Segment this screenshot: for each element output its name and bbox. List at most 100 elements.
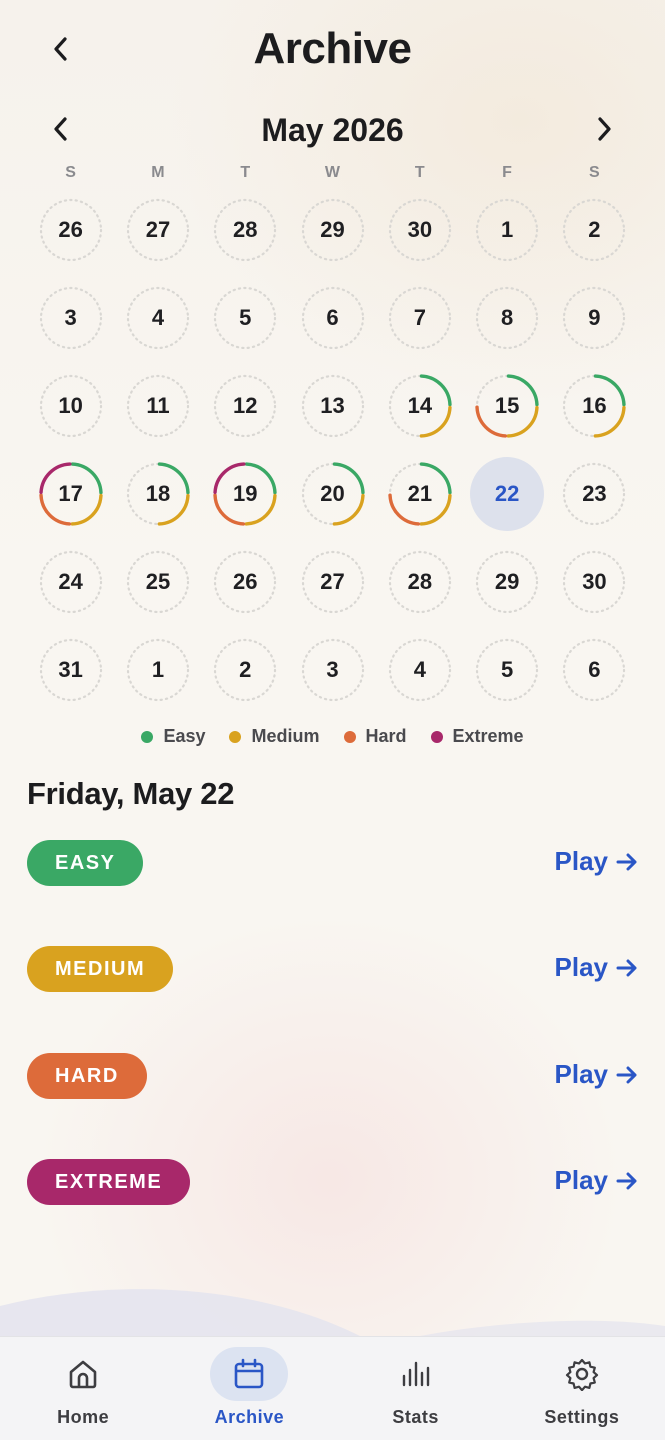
- tab-label: Stats: [392, 1407, 439, 1427]
- calendar-day[interactable]: 24: [27, 538, 114, 626]
- day-number: 12: [233, 393, 258, 418]
- calendar-day[interactable]: 21: [376, 450, 463, 538]
- day-number: 5: [501, 657, 514, 682]
- play-label: Play: [554, 952, 609, 982]
- legend-dot: [229, 730, 242, 743]
- calendar-day[interactable]: 29: [463, 538, 550, 626]
- difficulty-badge-easy: EASY: [27, 840, 144, 886]
- archive-screen: Archive May 2026 S M T W T F S 26 27 28 29 3…: [0, 0, 665, 1440]
- play-extreme-button[interactable]: Play: [555, 1165, 639, 1196]
- tab-stats[interactable]: Stats: [333, 1337, 499, 1440]
- calendar-day[interactable]: 18: [114, 450, 201, 538]
- weekday-label: S: [65, 164, 76, 181]
- tab-icon-container: [377, 1347, 455, 1401]
- day-number: 1: [151, 657, 165, 682]
- weekday-label: S: [588, 164, 600, 181]
- page-title: Archive: [253, 24, 412, 73]
- play-label: Play: [554, 1165, 609, 1195]
- arrow-right-icon: [616, 1066, 637, 1083]
- legend-label: Easy: [163, 726, 206, 746]
- calendar-day[interactable]: 4: [376, 626, 463, 714]
- calendar-day[interactable]: 17: [27, 450, 114, 538]
- legend-label: Extreme: [452, 726, 524, 746]
- calendar-day[interactable]: 30: [376, 186, 463, 274]
- calendar-day[interactable]: 15: [463, 362, 550, 450]
- calendar-day[interactable]: 28: [202, 186, 289, 274]
- day-number: 8: [501, 305, 514, 330]
- play-easy-button[interactable]: Play: [555, 846, 639, 877]
- day-number: 28: [233, 217, 258, 242]
- arrow-right-icon: [616, 959, 637, 976]
- calendar-day[interactable]: 30: [551, 538, 638, 626]
- calendar-day[interactable]: 27: [114, 186, 201, 274]
- calendar-day[interactable]: 10: [27, 362, 114, 450]
- calendar-day[interactable]: 11: [114, 362, 201, 450]
- day-number: 2: [239, 657, 252, 682]
- play-medium-button[interactable]: Play: [555, 952, 639, 983]
- gear-icon: [565, 1358, 598, 1391]
- calendar-day[interactable]: 8: [463, 274, 550, 362]
- calendar-day[interactable]: 6: [289, 274, 376, 362]
- difficulty-badge-medium: MEDIUM: [27, 946, 174, 992]
- calendar-day[interactable]: 31: [27, 626, 114, 714]
- day-number: 20: [320, 481, 345, 506]
- day-number: 4: [413, 657, 426, 682]
- day-number: 28: [407, 569, 433, 594]
- day-number: 3: [64, 305, 77, 330]
- day-number: 3: [326, 657, 339, 682]
- puzzle-row-hard: HARD Play: [27, 1053, 638, 1101]
- calendar-day[interactable]: 19: [202, 450, 289, 538]
- tab-home[interactable]: Home: [0, 1337, 166, 1440]
- calendar-day[interactable]: 9: [551, 274, 638, 362]
- tab-settings[interactable]: Settings: [499, 1337, 665, 1440]
- puzzle-row-extreme: EXTREME Play: [27, 1159, 638, 1207]
- calendar-day[interactable]: 27: [289, 538, 376, 626]
- calendar-day[interactable]: 3: [27, 274, 114, 362]
- tab-archive[interactable]: Archive: [166, 1337, 332, 1440]
- month-label: May 2026: [261, 112, 404, 148]
- puzzle-row-easy: EASY Play: [27, 840, 638, 888]
- calendar-day[interactable]: 22: [463, 450, 550, 538]
- next-month-button[interactable]: [583, 108, 625, 150]
- calendar-day[interactable]: 6: [551, 626, 638, 714]
- calendar-day[interactable]: 16: [551, 362, 638, 450]
- day-number: 30: [582, 569, 607, 594]
- calendar-day[interactable]: 26: [202, 538, 289, 626]
- calendar-day[interactable]: 29: [289, 186, 376, 274]
- calendar-day[interactable]: 3: [289, 626, 376, 714]
- calendar-day[interactable]: 7: [376, 274, 463, 362]
- day-number: 14: [407, 393, 433, 418]
- arrow-right-icon: [616, 853, 637, 870]
- calendar-day[interactable]: 1: [114, 626, 201, 714]
- play-hard-button[interactable]: Play: [555, 1059, 639, 1090]
- day-number: 7: [413, 305, 426, 330]
- day-number: 25: [145, 569, 171, 594]
- play-label: Play: [554, 846, 609, 876]
- calendar-day[interactable]: 1: [463, 186, 550, 274]
- calendar-day[interactable]: 2: [202, 626, 289, 714]
- calendar-day[interactable]: 5: [463, 626, 550, 714]
- calendar-day[interactable]: 28: [376, 538, 463, 626]
- calendar-day[interactable]: 25: [114, 538, 201, 626]
- calendar-day[interactable]: 4: [114, 274, 201, 362]
- bottom-tab-bar: Home Archive Stats Settings: [0, 1336, 665, 1440]
- tab-label: Archive: [214, 1407, 285, 1427]
- calendar-day[interactable]: 14: [376, 362, 463, 450]
- calendar-day[interactable]: 5: [202, 274, 289, 362]
- calendar-day[interactable]: 13: [289, 362, 376, 450]
- calendar-day[interactable]: 23: [551, 450, 638, 538]
- tab-icon-container: [210, 1347, 289, 1401]
- day-number: 29: [494, 569, 520, 594]
- calendar-day[interactable]: 20: [289, 450, 376, 538]
- calendar-day[interactable]: 2: [551, 186, 638, 274]
- weekday-label: W: [324, 164, 341, 181]
- day-number: 17: [58, 481, 83, 506]
- weekday-label: T: [240, 164, 251, 181]
- legend-item-medium: Medium: [229, 726, 320, 747]
- weekday-header: S M T W T F S: [27, 164, 638, 182]
- calendar-day[interactable]: 26: [27, 186, 114, 274]
- legend-dot: [430, 730, 443, 743]
- day-number: 27: [145, 217, 171, 242]
- calendar-day[interactable]: 12: [202, 362, 289, 450]
- difficulty-badge-hard: HARD: [27, 1053, 147, 1099]
